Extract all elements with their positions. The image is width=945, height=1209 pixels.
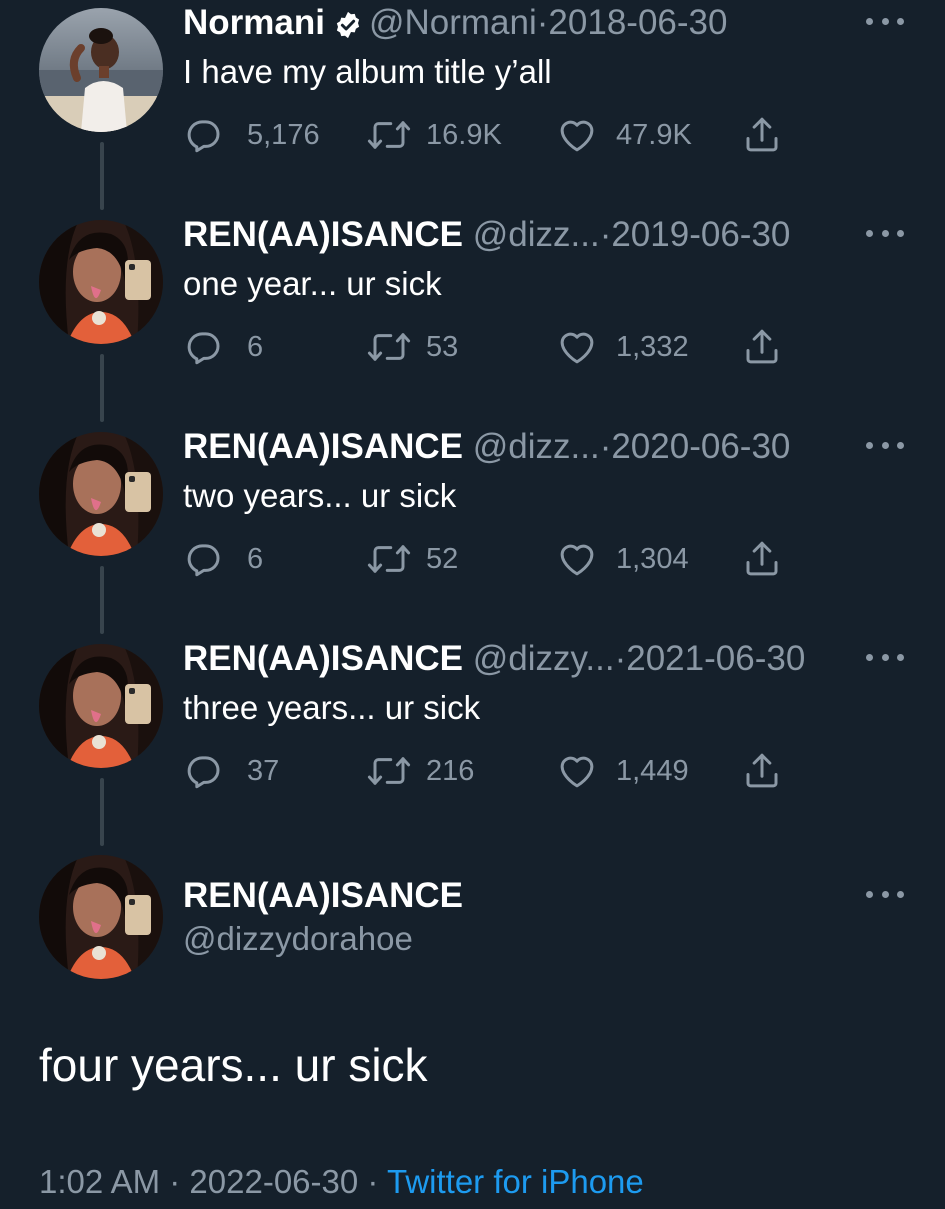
display-name[interactable]: Normani	[183, 3, 325, 42]
reply-count: 6	[247, 330, 264, 363]
tweet-date[interactable]: 2022-06-30	[189, 1163, 358, 1200]
avatar[interactable]	[39, 220, 163, 344]
reply-bubble-icon	[183, 538, 225, 580]
tweet-text: one year... ur sick	[183, 265, 442, 302]
separator-dot: ·	[599, 215, 612, 254]
avatar[interactable]	[39, 855, 163, 979]
share-button[interactable]	[741, 113, 783, 157]
separator-dot: ·	[169, 1163, 181, 1200]
thread-line	[100, 354, 104, 422]
retweet-button[interactable]: 53	[366, 325, 458, 369]
share-upload-icon	[741, 326, 783, 368]
reply-count: 6	[247, 542, 264, 575]
retweet-count: 53	[426, 330, 459, 363]
display-name[interactable]: REN(AA)ISANCE	[183, 427, 463, 466]
retweet-button[interactable]: 216	[366, 749, 474, 793]
thread-line	[100, 778, 104, 846]
separator-dot: ·	[614, 639, 627, 678]
tweet-date[interactable]: 2019-06-30	[611, 215, 790, 254]
like-button[interactable]: 1,449	[556, 749, 689, 793]
avatar[interactable]	[39, 8, 163, 132]
handle[interactable]: @dizz...	[473, 427, 600, 466]
share-upload-icon	[741, 538, 783, 580]
more-dots-icon[interactable]	[866, 439, 904, 451]
retweet-count: 216	[426, 754, 475, 787]
retweet-count: 16.9K	[426, 118, 502, 151]
display-name[interactable]: REN(AA)ISANCE	[183, 215, 463, 254]
reply-count: 5,176	[247, 118, 320, 151]
retweet-icon	[366, 750, 412, 792]
reply-count: 37	[247, 754, 280, 787]
tweet-header: Normani @Normani·2018-06-30	[183, 0, 945, 46]
reply-bubble-icon	[183, 750, 225, 792]
heart-icon	[556, 326, 598, 368]
avatar[interactable]	[39, 644, 163, 768]
more-dots-icon[interactable]	[866, 15, 904, 27]
tweet-header: REN(AA)ISANCE @dizz...·2019-06-30	[183, 212, 945, 258]
like-count: 47.9K	[616, 118, 692, 151]
handle[interactable]: @Normani	[369, 3, 537, 42]
tweet-header: REN(AA)ISANCE @dizz...·2020-06-30	[183, 424, 945, 470]
share-button[interactable]	[741, 749, 783, 793]
avatar[interactable]	[39, 432, 163, 556]
share-upload-icon	[741, 750, 783, 792]
tweet-header: REN(AA)ISANCE @dizzy...·2021-06-30	[183, 636, 945, 682]
handle[interactable]: @dizzydorahoe	[183, 916, 413, 962]
retweet-button[interactable]: 16.9K	[366, 113, 502, 157]
tweet-date[interactable]: 2020-06-30	[611, 427, 790, 466]
heart-icon	[556, 538, 598, 580]
like-count: 1,304	[616, 542, 689, 575]
display-name[interactable]: REN(AA)ISANCE	[183, 873, 463, 919]
separator-dot: ·	[536, 3, 549, 42]
display-name[interactable]: REN(AA)ISANCE	[183, 639, 463, 678]
retweet-icon	[366, 326, 412, 368]
separator-dot: ·	[367, 1163, 379, 1200]
reply-button[interactable]: 6	[183, 325, 263, 369]
thread-line	[100, 566, 104, 634]
handle[interactable]: @dizz...	[473, 215, 600, 254]
share-button[interactable]	[741, 325, 783, 369]
retweet-icon	[366, 538, 412, 580]
like-count: 1,332	[616, 330, 689, 363]
more-dots-icon[interactable]	[866, 651, 904, 663]
tweet-date[interactable]: 2018-06-30	[548, 3, 727, 42]
tweet-text: three years... ur sick	[183, 689, 481, 726]
verified-badge-icon	[333, 6, 363, 52]
tweet-text: I have my album title y’all	[183, 53, 552, 90]
tweet-text: two years... ur sick	[183, 477, 457, 514]
reply-button[interactable]: 37	[183, 749, 279, 793]
heart-icon	[556, 114, 598, 156]
source-link[interactable]: Twitter for iPhone	[387, 1163, 644, 1200]
reply-button[interactable]: 5,176	[183, 113, 320, 157]
tweet-footer: 1:02 AM · 2022-06-30 · Twitter for iPhon…	[39, 1159, 644, 1205]
like-button[interactable]: 47.9K	[556, 113, 692, 157]
share-button[interactable]	[741, 537, 783, 581]
share-upload-icon	[741, 114, 783, 156]
separator-dot: ·	[599, 427, 612, 466]
handle[interactable]: @dizzy...	[473, 639, 615, 678]
heart-icon	[556, 750, 598, 792]
like-button[interactable]: 1,304	[556, 537, 689, 581]
tweet-date[interactable]: 2021-06-30	[626, 639, 805, 678]
retweet-icon	[366, 114, 412, 156]
reply-button[interactable]: 6	[183, 537, 263, 581]
reply-bubble-icon	[183, 326, 225, 368]
tweet-time[interactable]: 1:02 AM	[39, 1163, 160, 1200]
more-dots-icon[interactable]	[866, 888, 904, 900]
retweet-count: 52	[426, 542, 459, 575]
retweet-button[interactable]: 52	[366, 537, 458, 581]
main-tweet-text: four years... ur sick	[39, 1039, 428, 1091]
like-count: 1,449	[616, 754, 689, 787]
like-button[interactable]: 1,332	[556, 325, 689, 369]
thread-line	[100, 142, 104, 210]
reply-bubble-icon	[183, 114, 225, 156]
more-dots-icon[interactable]	[866, 227, 904, 239]
